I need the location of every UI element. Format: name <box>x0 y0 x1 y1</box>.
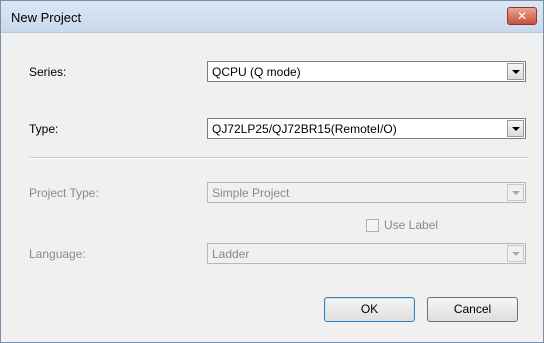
series-dropdown-button[interactable] <box>507 63 524 80</box>
language-label: Language: <box>29 247 86 261</box>
new-project-dialog: New Project ✕ Series: QCPU (Q mode) Type… <box>0 0 544 343</box>
project-type-value: Simple Project <box>212 186 290 200</box>
cancel-button[interactable]: Cancel <box>427 297 518 322</box>
dialog-body: Series: QCPU (Q mode) Type: QJ72LP25/QJ7… <box>9 34 537 336</box>
chevron-down-icon <box>512 127 520 131</box>
project-type-label: Project Type: <box>29 186 99 200</box>
title-bar[interactable]: New Project ✕ <box>1 1 543 33</box>
chevron-down-icon <box>512 191 520 195</box>
ok-button[interactable]: OK <box>324 297 415 322</box>
close-button[interactable]: ✕ <box>507 7 537 25</box>
use-label-text: Use Label <box>384 218 439 232</box>
type-value: QJ72LP25/QJ72BR15(RemoteI/O) <box>212 122 397 136</box>
series-label: Series: <box>29 65 67 79</box>
type-dropdown-button[interactable] <box>507 120 524 137</box>
type-select[interactable]: QJ72LP25/QJ72BR15(RemoteI/O) <box>207 118 526 139</box>
series-select[interactable]: QCPU (Q mode) <box>207 61 526 82</box>
project-type-select: Simple Project <box>207 182 526 203</box>
series-value: QCPU (Q mode) <box>212 65 301 79</box>
language-select: Ladder <box>207 243 526 264</box>
type-label: Type: <box>29 122 59 136</box>
language-dropdown-button <box>507 245 524 262</box>
dialog-title: New Project <box>11 10 82 25</box>
use-label-checkbox <box>366 219 379 232</box>
project-type-dropdown-button <box>507 184 524 201</box>
language-value: Ladder <box>212 247 250 261</box>
separator <box>29 157 527 159</box>
chevron-down-icon <box>512 252 520 256</box>
chevron-down-icon <box>512 70 520 74</box>
